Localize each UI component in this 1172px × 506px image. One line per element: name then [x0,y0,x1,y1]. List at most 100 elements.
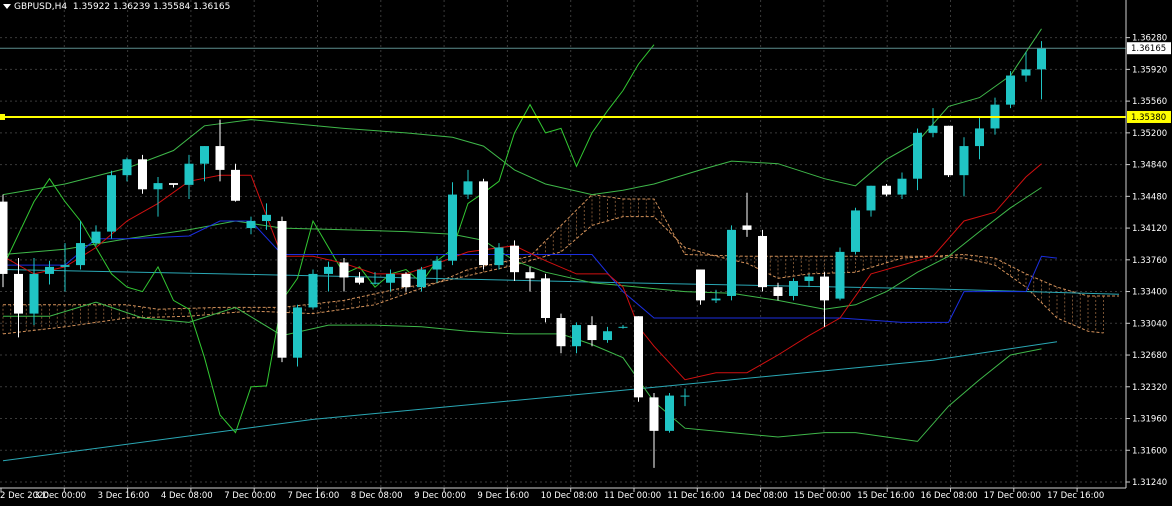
candle-bull [29,273,39,314]
price-tick-label: 1.36280 [1132,34,1167,44]
candle-bear [634,316,643,398]
candle-bear [479,181,488,266]
candle-bull [727,229,736,296]
price-tick-label: 1.35200 [1132,129,1167,139]
candle-bear [138,159,147,190]
candle-bear [587,325,597,341]
candle-bull [913,132,922,179]
time-axis: 2 Dec 20203 Dec 00:00 3 Dec 16:00 4 Dec 08… [0,487,1126,501]
candle-bear [944,125,953,176]
time-tick-label: 3 Dec 16:00 [98,491,150,501]
price-tick-label: 1.35560 [1132,97,1167,107]
candle-bull [494,247,504,266]
candle-bull [928,125,938,133]
candle-bear [0,201,8,274]
candle-bull [308,273,318,308]
price-tick-label: 1.33400 [1132,288,1167,298]
price-tick-label: 1.32680 [1132,351,1167,361]
candle-bull [417,269,426,288]
candle-bear [14,273,23,314]
candle-bear [355,277,364,283]
candle-bear [556,318,566,347]
candle-bull [572,325,581,347]
candle-bull [107,175,116,232]
candle-bear [541,278,550,319]
candle-bull [618,326,628,328]
price-tick-label: 1.33040 [1132,319,1167,329]
candle-bear [742,225,752,230]
chart-header: GBPUSD,H4 1.35922 1.36239 1.35584 1.3616… [3,2,230,12]
candle-bear [231,169,240,201]
candle-bull [200,146,209,164]
price-tick-label: 1.35920 [1132,65,1167,75]
candle-bear [525,272,535,279]
candle-bull [45,266,54,274]
time-tick-label: 14 Dec 08:00 [731,491,788,501]
symbol-label: GBPUSD,H4 [14,2,68,12]
candle-bull [463,181,473,195]
price-tick-label: 1.34840 [1132,161,1167,171]
candle-bear [169,183,178,185]
candle-bull [665,395,674,431]
candle-bull [370,282,380,284]
candle-bull [711,298,721,301]
candle-bull [789,280,798,296]
time-tick-label: 9 Dec 16:00 [477,491,529,501]
candle-bear [696,269,705,301]
candle-bull [184,163,194,185]
time-tick-label: 3 Dec 00:00 [34,491,86,501]
candle-bear [339,262,349,278]
candle-bear [773,287,783,296]
price-tick-label: 1.34480 [1132,192,1167,202]
candle-bull [76,243,85,266]
level-line-handle [0,113,5,120]
candle-bull [959,146,969,176]
flat-moving-average-line [2,269,1120,295]
current-price-tag-label: 1.36165 [1131,44,1166,54]
candle-bull [246,221,256,229]
price-chart[interactable]: 1.35380 1.36165 1.36280 1.35920 1.35560 1.35… [0,0,1172,506]
candle-bull [680,395,690,397]
candle-bear [758,236,767,288]
candle-bear [820,276,829,301]
candle-bear [510,245,519,273]
time-tick-label: 9 Dec 00:00 [414,491,466,501]
candle-bull [851,210,860,252]
collapse-triangle-icon[interactable] [3,4,11,9]
time-tick-label: 8 Dec 08:00 [351,491,403,501]
candle-bear [215,146,225,170]
time-tick-label: 7 Dec 16:00 [288,491,340,501]
slow-moving-average-line [2,341,1058,462]
candle-bull [324,266,333,274]
chart-grid [0,0,1126,488]
ichimoku-cloud [2,194,1119,335]
time-tick-label: 10 Dec 08:00 [541,491,598,501]
price-tick-label: 1.34120 [1132,224,1167,234]
indicator-lines [2,28,1120,462]
candle-bull [122,159,132,176]
price-tick-label: 1.31960 [1132,415,1167,425]
candle-bull [835,251,845,299]
time-tick-label: 17 Dec 16:00 [1047,491,1104,501]
bollinger-upper-band [2,28,1042,196]
candle-bear [401,273,411,288]
candle-bear [649,397,659,431]
candle-bull [153,183,163,190]
candle-bear [277,221,287,358]
price-tick-label: 1.31240 [1132,478,1167,488]
candle-bull [1021,69,1031,76]
candle-bull [262,214,271,222]
candle-bull [386,273,395,283]
price-axis: 1.36280 1.35920 1.35560 1.35200 1.34840 1.344… [1125,0,1167,488]
time-tick-label: 7 Dec 00:00 [224,491,276,501]
candle-bull [60,265,70,267]
candle-bull [603,331,612,341]
level-price-tag-label: 1.35380 [1131,113,1166,123]
candle-bull [897,178,907,195]
candle-bull [975,128,984,147]
price-tick-label: 1.33760 [1132,256,1167,266]
time-tick-label: 17 Dec 00:00 [984,491,1041,501]
candle-bull [91,231,101,244]
time-tick-label: 11 Dec 00:00 [604,491,661,501]
candle-bull [804,276,814,281]
